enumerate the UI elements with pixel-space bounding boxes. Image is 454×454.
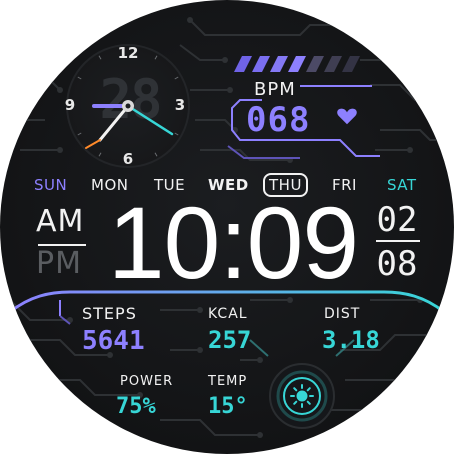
sun-icon — [290, 384, 314, 408]
power-value[interactable]: 75% — [116, 394, 156, 419]
date-month: 08 — [376, 244, 418, 284]
bpm-value: 068 — [246, 100, 311, 140]
digital-time: 10:09 — [107, 186, 359, 300]
minute-hand — [98, 104, 130, 142]
dist-label: DIST — [324, 306, 361, 322]
pm-indicator: PM — [36, 246, 82, 281]
heart-icon — [337, 108, 357, 125]
second-hand — [126, 104, 174, 136]
dist-value[interactable]: 3.18 — [322, 326, 380, 354]
power-label: POWER — [120, 374, 174, 389]
watch-face: 28 12 3 6 9 BPM 068 SUN MON TUE WED THU … — [0, 0, 454, 454]
flashlight-button[interactable] — [268, 362, 336, 430]
bpm-stripes — [234, 56, 360, 72]
kcal-value[interactable]: 257 — [208, 326, 251, 354]
temp-label: TEMP — [208, 374, 248, 389]
day-sun: SUN — [34, 176, 68, 194]
bpm-label: BPM — [254, 79, 296, 100]
day-sat: SAT — [387, 176, 417, 194]
temp-value[interactable]: 15° — [208, 394, 248, 419]
kcal-label: KCAL — [208, 306, 248, 322]
steps-value[interactable]: 5641 — [82, 326, 145, 356]
am-indicator: AM — [36, 204, 85, 239]
date-divider — [376, 240, 420, 242]
second-hand-tail — [85, 139, 101, 149]
clock-hands — [85, 100, 174, 149]
analog-clock: 28 12 3 6 9 — [65, 44, 190, 168]
date-day: 02 — [376, 200, 418, 240]
steps-label: STEPS — [82, 304, 137, 323]
